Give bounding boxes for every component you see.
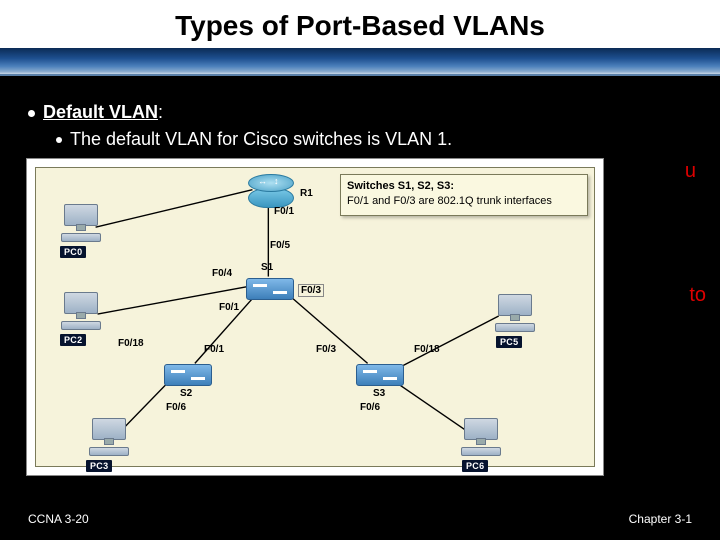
- pc-monitor-icon: [64, 204, 98, 226]
- label-s1: S1: [259, 262, 275, 273]
- port-s3-f018: F0/18: [414, 344, 440, 355]
- slide-root: Types of Port-Based VLANs Default VLAN: …: [0, 0, 720, 540]
- port-s1-f04: F0/4: [212, 268, 232, 279]
- label-pc5: PC5: [496, 336, 522, 348]
- bullet-dot-icon: [56, 137, 62, 143]
- label-r1: R1: [298, 188, 315, 199]
- bullet-level1-suffix: :: [158, 102, 163, 122]
- port-s1-f03: F0/3: [298, 284, 324, 297]
- bullet-dot-icon: [28, 110, 35, 117]
- pc-pc5: [494, 294, 536, 332]
- link-pc0-r1: [96, 190, 253, 227]
- port-s1-f01: F0/1: [219, 302, 239, 313]
- pc-base-icon: [89, 447, 129, 456]
- bullet-level1-text: Default VLAN:: [43, 102, 163, 123]
- port-s3-f03: F0/3: [316, 344, 336, 355]
- router-arrow-icon: ↕: [274, 176, 279, 186]
- diagram-callout: Switches S1, S2, S3: F0/1 and F0/3 are 8…: [340, 174, 588, 216]
- callout-line1: Switches S1, S2, S3:: [347, 179, 581, 194]
- pc-monitor-icon: [64, 292, 98, 314]
- footer-right: Chapter 3-1: [629, 512, 692, 526]
- port-s1-f05: F0/5: [270, 240, 290, 251]
- port-r1-f01: F0/1: [274, 206, 294, 217]
- label-pc2: PC2: [60, 334, 86, 346]
- label-pc6: PC6: [462, 460, 488, 472]
- pc-monitor-icon: [464, 418, 498, 440]
- switch-s1: [246, 278, 294, 300]
- bullet-level2-text: The default VLAN for Cisco switches is V…: [70, 129, 452, 150]
- pc-monitor-icon: [498, 294, 532, 316]
- diagram-canvas: Switches S1, S2, S3: F0/1 and F0/3 are 8…: [35, 167, 595, 467]
- partial-hidden-text-u: u: [685, 160, 696, 183]
- pc-base-icon: [61, 233, 101, 242]
- footer-left: CCNA 3-20: [28, 512, 89, 526]
- bullet-level1-label: Default VLAN: [43, 102, 158, 122]
- bullet-level1: Default VLAN:: [28, 102, 692, 123]
- bullet-level2: The default VLAN for Cisco switches is V…: [56, 129, 692, 150]
- bullet-list: Default VLAN: The default VLAN for Cisco…: [28, 102, 692, 150]
- label-s2: S2: [178, 388, 194, 399]
- pc-base-icon: [61, 321, 101, 330]
- page-title: Types of Port-Based VLANs: [0, 10, 720, 42]
- label-s3: S3: [371, 388, 387, 399]
- title-underline: [0, 74, 720, 76]
- pc-pc6: [460, 418, 502, 456]
- router-arrow-icon: ↔: [258, 176, 267, 186]
- pc-pc2: [60, 292, 102, 330]
- label-pc0: PC0: [60, 246, 86, 258]
- link-s3-pc5: [403, 316, 498, 365]
- label-pc3: PC3: [86, 460, 112, 472]
- partial-hidden-text-to: to: [689, 284, 706, 307]
- router-top: [248, 174, 294, 192]
- switch-s2: [164, 364, 212, 386]
- pc-base-icon: [495, 323, 535, 332]
- pc-monitor-icon: [92, 418, 126, 440]
- port-s2-f06: F0/6: [166, 402, 186, 413]
- title-band-gradient: [0, 48, 720, 74]
- router-r1: ↔ ↕: [248, 174, 294, 208]
- pc-base-icon: [461, 447, 501, 456]
- port-pc2-f018: F0/18: [118, 338, 144, 349]
- switch-s3: [356, 364, 404, 386]
- pc-pc3: [88, 418, 130, 456]
- callout-line2: F0/1 and F0/3 are 802.1Q trunk interface…: [347, 194, 581, 209]
- port-s3-f06: F0/6: [360, 402, 380, 413]
- port-s2-f01: F0/1: [204, 344, 224, 355]
- pc-pc0: [60, 204, 102, 242]
- network-diagram: Switches S1, S2, S3: F0/1 and F0/3 are 8…: [26, 158, 604, 476]
